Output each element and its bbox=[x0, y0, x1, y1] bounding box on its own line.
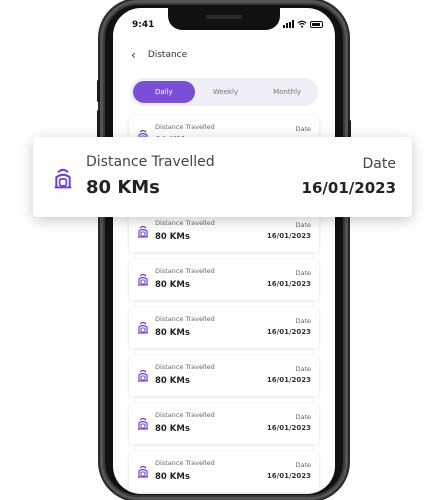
distance-label: Distance Travelled bbox=[155, 363, 215, 371]
distance-label: Distance Travelled bbox=[155, 315, 215, 323]
distance-card[interactable]: Distance Travelled 80 KMs Date 16/01/2023 bbox=[129, 260, 319, 300]
scooter-icon bbox=[54, 168, 72, 189]
distance-label: Distance Travelled bbox=[155, 411, 215, 419]
date-label: Date bbox=[295, 221, 311, 229]
distance-value: 80 KMs bbox=[155, 232, 190, 242]
distance-card[interactable]: Distance Travelled 80 KMs Date 16/01/2023 bbox=[129, 452, 319, 492]
date-value: 16/01/2023 bbox=[266, 232, 311, 240]
phone-screen: 9:41 ‹ Distance Daily Weekly Monthly Dis… bbox=[113, 8, 335, 494]
distance-card[interactable]: Distance Travelled 80 KMs Date 16/01/2023 bbox=[129, 404, 319, 444]
distance-value: 80 KMs bbox=[155, 328, 190, 338]
date-label: Date bbox=[295, 413, 311, 421]
date-value: 16/01/2023 bbox=[266, 328, 311, 336]
date-value: 16/01/2023 bbox=[266, 280, 311, 288]
distance-value: 80 KMs bbox=[155, 376, 190, 386]
date-label: Date bbox=[295, 269, 311, 277]
date-label: Date bbox=[295, 365, 311, 373]
tab-monthly[interactable]: Monthly bbox=[256, 81, 318, 103]
distance-card[interactable]: Distance Travelled 80 KMs Date 16/01/2023 bbox=[129, 212, 319, 252]
date-label: Date bbox=[295, 461, 311, 469]
page-title: Distance bbox=[147, 50, 188, 60]
distance-label: Distance Travelled bbox=[155, 219, 215, 227]
period-tabs: Daily Weekly Monthly bbox=[130, 78, 318, 106]
date-label: Date bbox=[362, 156, 396, 172]
tab-weekly[interactable]: Weekly bbox=[195, 81, 257, 103]
distance-label: Distance Travelled bbox=[155, 267, 215, 275]
date-value: 16/01/2023 bbox=[301, 179, 396, 197]
back-button[interactable]: ‹ bbox=[131, 48, 136, 62]
scooter-icon bbox=[138, 225, 148, 238]
distance-label: Distance Travelled bbox=[86, 154, 215, 170]
wifi-icon bbox=[297, 20, 307, 28]
distance-value: 80 KMs bbox=[86, 177, 160, 198]
speaker-grille bbox=[206, 15, 242, 19]
status-time: 9:41 bbox=[132, 20, 155, 30]
status-icons bbox=[283, 20, 323, 28]
scooter-icon bbox=[138, 273, 148, 286]
date-label: Date bbox=[295, 317, 311, 325]
highlighted-card[interactable]: Distance Travelled 80 KMs Date 16/01/202… bbox=[33, 137, 412, 217]
tab-daily[interactable]: Daily bbox=[133, 81, 195, 103]
distance-value: 80 KMs bbox=[155, 424, 190, 434]
distance-value: 80 KMs bbox=[155, 472, 190, 482]
scooter-icon bbox=[138, 465, 148, 478]
date-label: Date bbox=[295, 125, 311, 133]
distance-value: 80 KMs bbox=[155, 280, 190, 290]
date-value: 16/01/2023 bbox=[266, 424, 311, 432]
scooter-icon bbox=[138, 321, 148, 334]
volume-button bbox=[97, 80, 100, 102]
battery-icon bbox=[310, 20, 323, 28]
date-value: 16/01/2023 bbox=[266, 376, 311, 384]
date-value: 16/01/2023 bbox=[266, 472, 311, 480]
distance-card[interactable]: Distance Travelled 80 KMs Date 16/01/2023 bbox=[129, 308, 319, 348]
scooter-icon bbox=[138, 417, 148, 430]
distance-label: Distance Travelled bbox=[155, 123, 215, 131]
nav-bar: ‹ Distance bbox=[131, 48, 187, 62]
distance-card[interactable]: Distance Travelled 80 KMs Date 16/01/2023 bbox=[129, 356, 319, 396]
phone-notch bbox=[168, 8, 280, 30]
scooter-icon bbox=[138, 369, 148, 382]
signal-icon bbox=[283, 20, 294, 28]
distance-label: Distance Travelled bbox=[155, 459, 215, 467]
